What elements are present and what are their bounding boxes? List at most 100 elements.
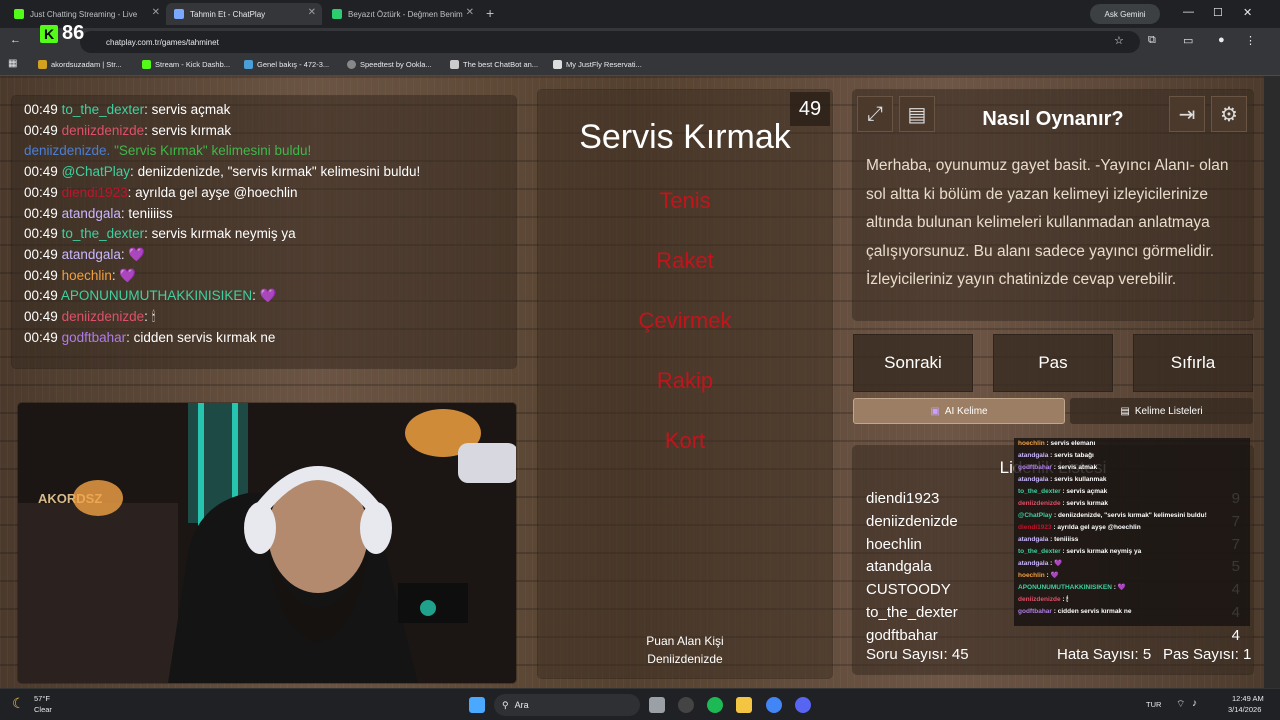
reset-button[interactable]: Sıfırla bbox=[1133, 334, 1253, 392]
apps-grid-icon[interactable]: ▦ bbox=[8, 58, 17, 69]
settings-gear-icon[interactable]: ⚙ bbox=[1211, 96, 1247, 132]
profile-avatar-icon[interactable]: ● bbox=[1218, 34, 1225, 46]
chat-username[interactable]: hoechlin bbox=[62, 268, 112, 283]
chat-timestamp: 00:49 bbox=[24, 205, 58, 221]
webcam-feed: AKORDSZ bbox=[18, 403, 516, 683]
tab-word-lists[interactable]: ▤ Kelime Listeleri bbox=[1070, 398, 1253, 424]
next-button[interactable]: Sonraki bbox=[853, 334, 973, 392]
language-indicator[interactable]: TUR bbox=[1146, 700, 1161, 709]
kick-favicon-icon bbox=[14, 9, 24, 19]
reset-label: Sıfırla bbox=[1170, 353, 1216, 372]
overlay-chat-message: deniizdenizde : servis kırmak bbox=[1018, 500, 1108, 507]
chat-username[interactable]: deniizdenizde bbox=[62, 309, 145, 324]
pass-button[interactable]: Pas bbox=[993, 334, 1113, 392]
chat-username[interactable]: deniizdenizde. bbox=[24, 143, 110, 158]
bookmark-item[interactable]: Speedtest by Ookla... bbox=[347, 60, 432, 69]
close-tab-icon[interactable]: ✕ bbox=[466, 7, 474, 18]
volume-icon[interactable]: ♪ bbox=[1192, 698, 1197, 709]
speedtest-icon bbox=[347, 60, 356, 69]
overlay-chat-message: atandgala : servis tabağı bbox=[1018, 452, 1094, 459]
overlay-username: deniizdenizde bbox=[1018, 596, 1061, 603]
bookmark-item[interactable]: My JustFly Reservati... bbox=[553, 60, 642, 69]
exit-icon[interactable]: ⇥ bbox=[1169, 96, 1205, 132]
bookmark-item[interactable]: akordsuzadam | Str... bbox=[38, 60, 122, 69]
close-tab-icon[interactable]: ✕ bbox=[308, 7, 316, 18]
overlay-chat-message: APONUNUMUTHAKKINISIKEN : 💜 bbox=[1018, 584, 1126, 591]
clock-date[interactable]: 3/14/2026 bbox=[1228, 705, 1261, 714]
player-name: deniizdenizde bbox=[866, 512, 958, 530]
file-explorer-icon[interactable] bbox=[736, 697, 752, 713]
stream-chat-overlay: hoechlin : servis elemanı atandgala : ser… bbox=[1014, 438, 1250, 626]
kick-viewer-count: 86 bbox=[62, 22, 85, 44]
new-tab-icon[interactable]: + bbox=[486, 5, 494, 21]
overlay-username: deniizdenizde bbox=[1018, 500, 1061, 507]
player-name: atandgala bbox=[866, 558, 932, 576]
wifi-icon[interactable]: ⌔ bbox=[1176, 698, 1185, 711]
close-tab-icon[interactable]: ✕ bbox=[152, 7, 160, 18]
tab-chatplay[interactable]: Tahmin Et - ChatPlay ✕ bbox=[166, 3, 322, 25]
chatplay-favicon-icon bbox=[174, 9, 184, 19]
chat-username[interactable]: atandgala bbox=[62, 247, 121, 262]
overlay-chat-message: to_the_dexter : servis kırmak neymiş ya bbox=[1018, 548, 1142, 555]
overlay-text: deniizdenizde, "servis kırmak" kelimesin… bbox=[1057, 512, 1207, 519]
how-to-play-text: Merhaba, oyunumuz gayet basit. -Yayıncı … bbox=[866, 157, 1229, 288]
chat-text: servis açmak bbox=[151, 102, 231, 117]
chat-timestamp: 00:49 bbox=[24, 329, 58, 345]
obs-icon[interactable] bbox=[678, 697, 694, 713]
chat-text: servis kırmak bbox=[151, 122, 232, 138]
tab-music[interactable]: Beyazıt Öztürk - Değmen Benim ✕ bbox=[324, 3, 480, 25]
bookmark-item[interactable]: Genel bakış - 472-3... bbox=[244, 60, 329, 69]
chat-username[interactable]: to_the_dexter bbox=[62, 102, 145, 117]
chat-username[interactable]: @ChatPlay bbox=[62, 164, 130, 179]
chat-username[interactable]: atandgala bbox=[62, 206, 121, 221]
overlay-username: atandgala bbox=[1018, 560, 1049, 567]
overlay-chat-message: hoechlin : servis elemanı bbox=[1018, 440, 1096, 447]
discord-icon[interactable] bbox=[795, 697, 811, 713]
chat-message: deniizdenizde. "Servis Kırmak" kelimesin… bbox=[24, 141, 504, 162]
address-bar[interactable]: chatplay.com.tr/games/tahminet bbox=[80, 31, 1140, 53]
chat-username[interactable]: APONUNUMUTHAKKINISIKEN bbox=[61, 288, 252, 303]
menu-icon[interactable]: ⋮ bbox=[1245, 34, 1256, 47]
close-window-icon[interactable]: ✕ bbox=[1243, 6, 1252, 19]
chrome-icon[interactable] bbox=[766, 697, 782, 713]
chat-timestamp: 00:49 bbox=[24, 267, 58, 283]
bookmark-item[interactable]: Stream - Kick Dashb... bbox=[142, 60, 230, 69]
start-icon[interactable] bbox=[469, 697, 485, 713]
chat-message: 00:49 atandgala: 💜 bbox=[24, 246, 146, 262]
overlay-text: cidden servis kırmak ne bbox=[1057, 608, 1132, 615]
chat-timestamp: 00:49 bbox=[24, 309, 58, 325]
browser-toolbar: ← chatplay.com.tr/games/tahminet ☆ ⧉ ▭ ●… bbox=[0, 28, 1280, 56]
chat-message: 00:49 to_the_dexter: servis açmak bbox=[24, 102, 231, 117]
overlay-chat-message: atandgala : servis kullanmak bbox=[1018, 476, 1107, 483]
chat-username[interactable]: deniizdenizde bbox=[62, 123, 145, 138]
tab-label: Tahmin Et - ChatPlay bbox=[190, 9, 266, 19]
search-box[interactable]: ⚲ Ara bbox=[494, 694, 640, 716]
chat-message: 00:49 hoechlin: 💜 bbox=[24, 267, 137, 283]
tab-ai-word[interactable]: ▣ AI Kelime bbox=[853, 398, 1065, 424]
bookmark-item[interactable]: The best ChatBot an... bbox=[450, 60, 538, 69]
spotify-icon[interactable] bbox=[707, 697, 723, 713]
chat-timestamp: 00:49 bbox=[24, 288, 58, 304]
gemini-label: Ask Gemini bbox=[1104, 9, 1146, 19]
task-view-icon[interactable] bbox=[649, 697, 665, 713]
chat-text: servis kırmak neymiş ya bbox=[151, 226, 296, 242]
maximize-icon[interactable]: ☐ bbox=[1213, 6, 1223, 19]
minimize-icon[interactable]: — bbox=[1183, 6, 1194, 18]
clock-time[interactable]: 12:49 AM bbox=[1232, 694, 1264, 703]
chat-username[interactable]: godftbahar bbox=[62, 330, 127, 345]
overlay-text: 💜 bbox=[1117, 584, 1126, 591]
bookmark-star-icon[interactable]: ☆ bbox=[1114, 34, 1124, 47]
page-scrollbar[interactable] bbox=[1264, 76, 1280, 688]
chat-text: cidden servis kırmak ne bbox=[133, 329, 276, 345]
tab-kick[interactable]: Just Chatting Streaming - Live ✕ bbox=[6, 3, 166, 25]
ask-gemini-button[interactable]: Ask Gemini bbox=[1090, 4, 1160, 24]
extensions-icon[interactable]: ⧉ bbox=[1148, 34, 1156, 47]
list-icon: ▤ bbox=[1120, 405, 1130, 417]
word-card: 49 Servis Kırmak Tenis Raket Çevirmek Ra… bbox=[538, 90, 832, 678]
chat-username[interactable]: diendi1923 bbox=[62, 185, 128, 200]
overlay-chat-message: atandgala : 💜 bbox=[1018, 560, 1063, 567]
chat-username[interactable]: to_the_dexter bbox=[62, 226, 145, 241]
overlay-chat-message: deniizdenizde : 🕯 bbox=[1018, 596, 1069, 603]
back-icon[interactable]: ← bbox=[10, 34, 21, 46]
cast-icon[interactable]: ▭ bbox=[1183, 34, 1193, 47]
